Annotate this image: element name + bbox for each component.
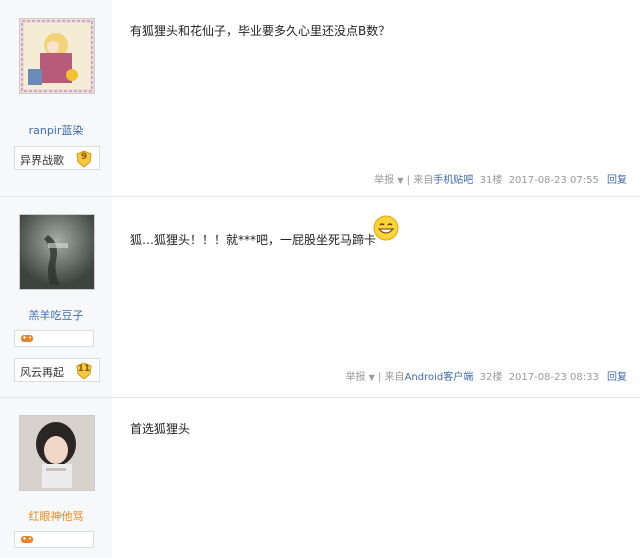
- level-number: 11: [77, 364, 91, 374]
- post-content: 狐…狐狸头！！！就***吧，一屁股坐死马蹄卡: [130, 233, 377, 247]
- gamepad-icon: [21, 335, 33, 342]
- grin-emoji-icon: [373, 215, 399, 241]
- avatar[interactable]: [19, 214, 95, 290]
- report-link[interactable]: 举报: [345, 372, 365, 383]
- post-meta: 举报 ▼ | 来自Android客户端 32楼 2017-08-23 08:33…: [345, 368, 627, 383]
- floor-number: 32楼: [479, 372, 503, 383]
- forum-level-badge[interactable]: 风云再起 11: [14, 358, 100, 382]
- forum-badge-name: 异界战歌: [20, 154, 64, 167]
- forum-badge-name: 风云再起: [20, 366, 64, 379]
- post-floor-32: 羔羊吃豆子 风云再起 11 狐…狐狸头！！！就***吧，一屁股坐死马蹄卡 举报 …: [0, 197, 640, 398]
- post-meta: 举报 ▼ | 来自手机贴吧 31楼 2017-08-23 07:55 回复: [374, 171, 627, 186]
- post-floor-33: 红眼神他骂 首选狐狸头: [0, 398, 640, 558]
- level-number: 9: [80, 152, 88, 162]
- source-link[interactable]: 手机贴吧: [433, 175, 473, 186]
- author-sidebar: 红眼神他骂: [0, 398, 112, 558]
- username-link[interactable]: 羔羊吃豆子: [0, 307, 112, 323]
- source-link[interactable]: Android客户端: [405, 372, 474, 383]
- author-sidebar: ranpir蓝染 异界战歌 9: [0, 0, 112, 196]
- post-content: 首选狐狸头: [130, 422, 191, 436]
- gamepad-icon: [21, 536, 33, 543]
- post-floor-31: ranpir蓝染 异界战歌 9 有狐狸头和花仙子，毕业要多久心里还没点B数？ 举…: [0, 0, 640, 197]
- author-sidebar: 羔羊吃豆子 风云再起 11: [0, 197, 112, 397]
- report-link[interactable]: 举报: [374, 175, 394, 186]
- source-prefix: | 来自: [406, 175, 434, 186]
- reply-link[interactable]: 回复: [607, 175, 627, 186]
- post-content: 有狐狸头和花仙子，毕业要多久心里还没点B数？: [130, 24, 391, 38]
- username-link[interactable]: ranpir蓝染: [0, 122, 112, 138]
- avatar[interactable]: [19, 18, 95, 94]
- avatar[interactable]: [19, 415, 95, 491]
- level-shield-icon: 11: [75, 362, 93, 380]
- post-time: 2017-08-23 07:55: [508, 175, 599, 186]
- username-link[interactable]: 红眼神他骂: [0, 508, 112, 524]
- post-time: 2017-08-23 08:33: [508, 372, 599, 383]
- game-badge-row: [14, 531, 94, 548]
- forum-level-badge[interactable]: 异界战歌 9: [14, 146, 100, 170]
- reply-link[interactable]: 回复: [607, 372, 627, 383]
- level-shield-icon: 9: [75, 150, 93, 168]
- floor-number: 31楼: [479, 175, 503, 186]
- game-badge-row: [14, 330, 94, 347]
- caret-down-icon[interactable]: ▼: [397, 176, 403, 185]
- caret-down-icon[interactable]: ▼: [369, 373, 375, 382]
- source-prefix: | 来自: [378, 372, 405, 383]
